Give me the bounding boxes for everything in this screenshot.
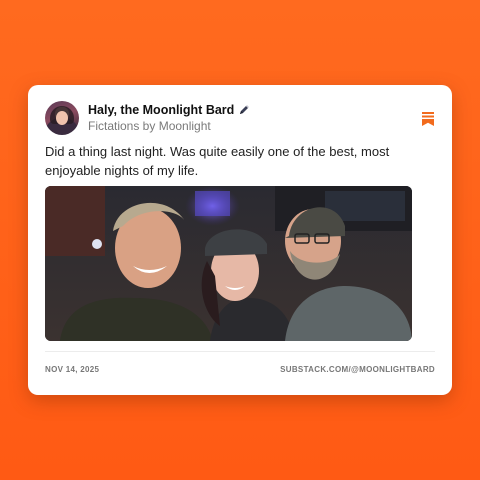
- substack-profile-link[interactable]: SUBSTACK.COM/@MOONLIGHTBARD: [280, 365, 435, 374]
- pen-nib-icon: [240, 105, 250, 114]
- author-name[interactable]: Haly, the Moonlight Bard: [88, 102, 234, 118]
- substack-bookmark-icon[interactable]: [422, 112, 434, 126]
- author-name-row[interactable]: Haly, the Moonlight Bard: [88, 102, 250, 118]
- group-selfie-photo: [45, 186, 412, 341]
- footer-divider: [45, 351, 435, 352]
- avatar-face: [56, 111, 68, 125]
- post-card: Haly, the Moonlight Bard Fictations by M…: [28, 85, 452, 395]
- post-header: Haly, the Moonlight Bard Fictations by M…: [45, 100, 435, 136]
- author-info: Haly, the Moonlight Bard Fictations by M…: [88, 102, 250, 134]
- author-avatar[interactable]: [45, 101, 79, 135]
- post-date: NOV 14, 2025: [45, 365, 100, 374]
- publication-name[interactable]: Fictations by Moonlight: [88, 118, 250, 134]
- post-photo[interactable]: [45, 186, 412, 341]
- post-body: Did a thing last night. Was quite easily…: [45, 144, 390, 178]
